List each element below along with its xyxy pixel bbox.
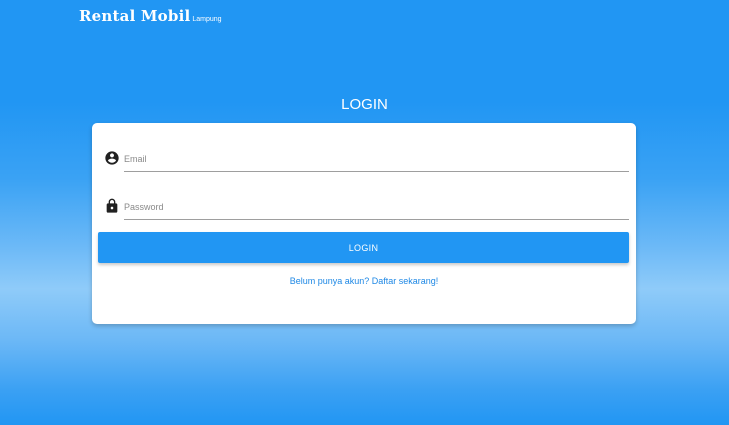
email-input[interactable]: [124, 149, 629, 172]
brand-subtitle: Lampung: [192, 16, 222, 23]
password-field-group: [102, 195, 629, 221]
lock-icon: [104, 198, 120, 214]
brand-name: Rental Mobil: [79, 7, 191, 25]
login-button[interactable]: LOGIN: [98, 232, 629, 263]
login-card: LOGIN Belum punya akun? Daftar sekarang!: [92, 123, 636, 324]
brand-logo[interactable]: Rental Mobil Lampung: [79, 7, 222, 25]
register-link[interactable]: Belum punya akun? Daftar sekarang!: [92, 276, 636, 286]
account-circle-icon: [104, 150, 120, 166]
page-title: LOGIN: [341, 96, 388, 113]
email-field-group: [102, 147, 629, 173]
password-input[interactable]: [124, 197, 629, 220]
